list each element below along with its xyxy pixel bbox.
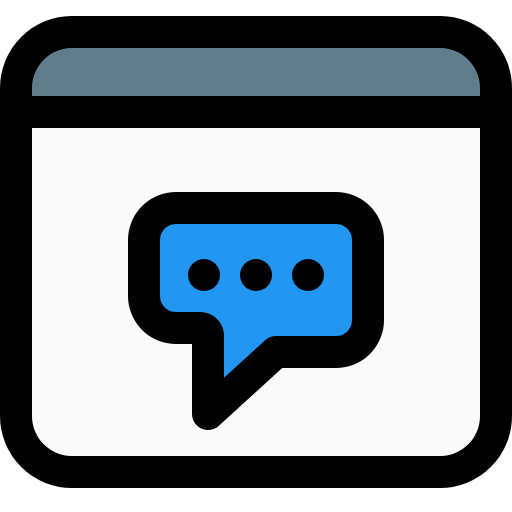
browser-window-chat-icon <box>0 16 512 488</box>
chat-dot-1 <box>188 259 220 291</box>
chat-dot-3 <box>292 259 324 291</box>
chat-dot-2 <box>240 259 272 291</box>
icon-canvas <box>0 0 512 512</box>
